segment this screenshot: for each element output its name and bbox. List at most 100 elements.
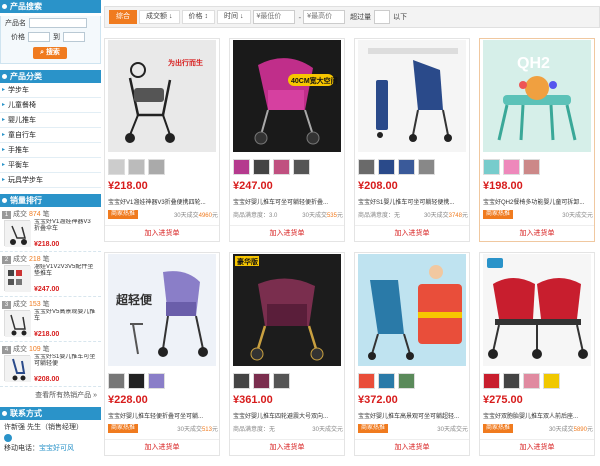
product-image-caption: QH2 (517, 55, 550, 72)
product-title[interactable]: 宝宝好S1婴儿推车可坐可躺轻便携... (358, 197, 468, 206)
variant-thumbnail[interactable] (503, 159, 520, 175)
price-max-input[interactable] (63, 32, 85, 42)
product-title[interactable]: 宝宝好双胞胎婴儿推车双人前后座... (483, 411, 593, 420)
variant-thumbnail[interactable] (253, 159, 270, 175)
product-card[interactable]: ¥372.00 宝宝好婴儿推车高景观可坐可躺超轻... 商家热推 30天成交元 … (354, 252, 470, 456)
add-to-cart-button[interactable]: 加入进货单 (105, 225, 219, 241)
sort-composite[interactable]: 综合 (109, 10, 137, 24)
category-item[interactable]: 婴儿推车 (0, 113, 101, 128)
variant-thumbnail[interactable] (108, 373, 125, 389)
add-to-cart-button[interactable]: 加入进货单 (355, 439, 469, 455)
variant-thumbnail[interactable] (378, 159, 395, 175)
category-item[interactable]: 平衡车 (0, 158, 101, 173)
chat-icon[interactable] (4, 434, 12, 442)
product-image[interactable] (358, 40, 466, 152)
variant-thumbnail[interactable] (273, 373, 290, 389)
category-item[interactable]: 儿童餐椅 (0, 98, 101, 113)
variant-thumbnail[interactable] (273, 159, 290, 175)
add-to-cart-button[interactable]: 加入进货单 (230, 225, 344, 241)
product-title[interactable]: 宝宝好婴儿推车轻便折叠可坐可躺... (108, 411, 218, 420)
ranking-item[interactable]: 3 成交 153 笔 宝宝好V5高景观婴儿推车 ¥218.00 (0, 297, 101, 342)
variant-thumbnail[interactable] (233, 373, 250, 389)
product-image[interactable]: 40CM宽大空间 (233, 40, 341, 152)
product-card[interactable]: ¥275.00 宝宝好双胞胎婴儿推车双人前后座... 商家热推 30天成交589… (479, 252, 595, 456)
variant-thumbnail[interactable] (523, 373, 540, 389)
add-to-cart-button[interactable]: 加入进货单 (480, 439, 594, 455)
add-to-cart-button[interactable]: 加入进货单 (105, 439, 219, 455)
variant-thumbnail[interactable] (128, 373, 145, 389)
variant-thumbnail[interactable] (378, 373, 395, 389)
product-card[interactable]: 豪华版 ¥361.00 宝宝好婴儿推车四轮避震大号双向... 商品满意度：无 3… (229, 252, 345, 456)
product-thumbnail[interactable] (4, 220, 31, 247)
thumbnail-row (358, 373, 415, 389)
category-item[interactable]: 学步车 (0, 83, 101, 98)
add-to-cart-button[interactable]: 加入进货单 (355, 225, 469, 241)
variant-thumbnail[interactable] (523, 159, 540, 175)
variant-thumbnail[interactable] (108, 159, 125, 175)
product-image[interactable] (483, 254, 591, 366)
product-card[interactable]: 40CM宽大空间 ¥247.00 宝宝好婴儿推车可坐可躺轻便折叠... 商品满意… (229, 38, 345, 242)
category-item[interactable]: 童自行车 (0, 128, 101, 143)
variant-thumbnail[interactable] (543, 373, 560, 389)
product-thumbnail[interactable] (4, 310, 31, 337)
variant-thumbnail[interactable] (418, 159, 435, 175)
quantity-filter-input[interactable] (374, 10, 391, 24)
product-title[interactable]: 宝宝好婴儿推车四轮避震大号双向... (233, 411, 343, 420)
product-image[interactable]: QH2 (483, 40, 591, 152)
variant-thumbnail[interactable] (398, 159, 415, 175)
phone-value[interactable]: 宝宝好可风 (39, 445, 74, 452)
price-min-input[interactable] (28, 32, 50, 42)
variant-thumbnail[interactable] (358, 159, 375, 175)
product-card[interactable]: 为出行而生 ¥218.00 宝宝好V1溜娃神器V3折叠便携四轮... 商家热推 … (104, 38, 220, 242)
product-title[interactable]: 宝宝好婴儿推车高景观可坐可躺超轻... (358, 411, 468, 420)
product-image[interactable] (358, 254, 466, 366)
rank-title[interactable]: 宝宝好V1溜娃神器V3折叠伞车 (34, 219, 96, 240)
category-item[interactable]: 玩具学步车 (0, 173, 101, 188)
add-to-cart-button[interactable]: 加入进货单 (480, 225, 594, 241)
variant-thumbnail[interactable] (148, 159, 165, 175)
product-title[interactable]: 宝宝好婴儿推车可坐可躺轻便折叠... (233, 197, 343, 206)
variant-thumbnail[interactable] (483, 373, 500, 389)
product-card[interactable]: ¥208.00 宝宝好S1婴儿推车可坐可躺轻便携... 商品满意度：无 30天成… (354, 38, 470, 242)
variant-thumbnail[interactable] (148, 373, 165, 389)
price-min-filter[interactable]: ¥最低价 (252, 10, 295, 24)
contact-person: 许新强 先生（销售经理） (4, 424, 83, 431)
ranking-panel-title: 销量排行 (0, 194, 101, 207)
contact-phone-row: 移动电话：宝宝好可风 (4, 443, 97, 454)
product-image[interactable]: 豪华版 (233, 254, 341, 366)
product-thumbnail[interactable] (4, 265, 31, 292)
variant-thumbnail[interactable] (483, 159, 500, 175)
name-input[interactable] (29, 18, 87, 28)
rank-title[interactable]: 宝宝好V5高景观婴儿推车 (34, 309, 96, 330)
rank-title[interactable]: 宝宝好S1婴儿推车可坐可躺轻便 (34, 354, 96, 375)
variant-thumbnail[interactable] (398, 373, 415, 389)
contact-panel: 许新强 先生（销售经理） 移动电话：宝宝好可风 (0, 420, 101, 456)
product-thumbnail[interactable] (4, 355, 31, 382)
product-card[interactable]: QH2 ¥198.00 宝宝好QH2餐椅多功能婴儿童可拆卸... 商家热推 30… (479, 38, 595, 242)
variant-thumbnail[interactable] (128, 159, 145, 175)
rank-title[interactable]: 溜娃V1V2V3V5配件坐垫推车 (34, 264, 96, 285)
ranking-more-link[interactable]: 查看所有热销产品 » (0, 387, 101, 403)
product-title[interactable]: 宝宝好QH2餐椅多功能婴儿童可拆卸... (483, 197, 593, 206)
sort-turnover[interactable]: 成交额 ↓ (139, 10, 180, 24)
ranking-item[interactable]: 1 成交 874 笔 宝宝好V1溜娃神器V3折叠伞车 ¥218.00 (0, 207, 101, 252)
variant-thumbnail[interactable] (503, 373, 520, 389)
ranking-item[interactable]: 2 成交 218 笔 溜娃V1V2V3V5配件坐垫推车 ¥247.00 (0, 252, 101, 297)
price-max-filter[interactable]: ¥最高价 (303, 10, 346, 24)
variant-thumbnail[interactable] (358, 373, 375, 389)
ranking-item[interactable]: 4 成交 109 笔 宝宝好S1婴儿推车可坐可躺轻便 ¥208.00 (0, 342, 101, 387)
search-button[interactable]: ⌕ 搜索 (33, 47, 67, 59)
product-card[interactable]: 超轻便 ¥228.00 宝宝好婴儿推车轻便折叠可坐可躺... 商家热推 30天成… (104, 252, 220, 456)
category-list: 学步车 儿童餐椅 婴儿推车 童自行车 手推车 平衡车 玩具学步车 (0, 83, 101, 188)
product-image[interactable]: 为出行而生 (108, 40, 216, 152)
add-to-cart-button[interactable]: 加入进货单 (230, 439, 344, 455)
variant-thumbnail[interactable] (293, 159, 310, 175)
category-item[interactable]: 手推车 (0, 143, 101, 158)
variant-thumbnail[interactable] (253, 373, 270, 389)
product-image[interactable]: 超轻便 (108, 254, 216, 366)
variant-thumbnail[interactable] (233, 159, 250, 175)
sort-time[interactable]: 时间 ↓ (217, 10, 251, 24)
product-title[interactable]: 宝宝好V1溜娃神器V3折叠便携四轮... (108, 197, 218, 206)
sort-price[interactable]: 价格 ↕ (181, 10, 215, 24)
arrow-down-icon: ↓ (169, 13, 173, 20)
